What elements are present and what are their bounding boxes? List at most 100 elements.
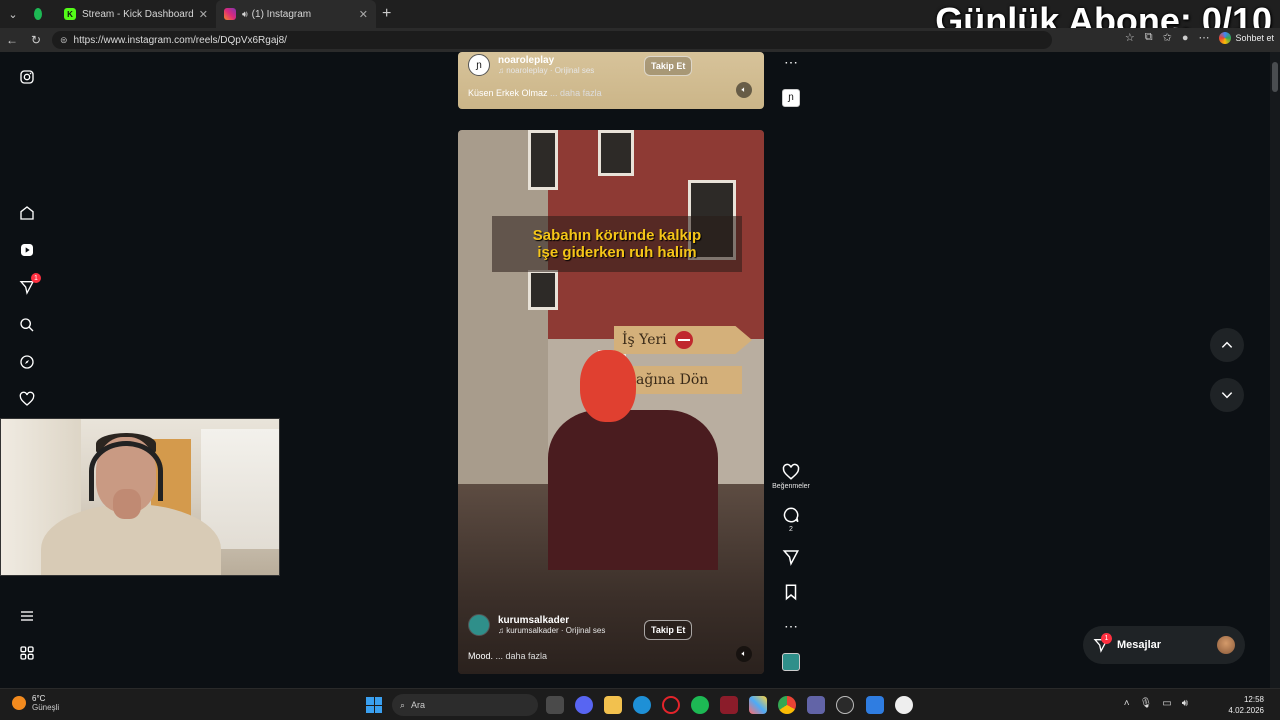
bookmark-icon (785, 584, 797, 601)
instagram-logo-icon[interactable] (12, 62, 42, 92)
more-icon[interactable]: ⋯ (1198, 31, 1209, 44)
page-scrollbar[interactable] (1270, 52, 1280, 688)
tab-list-button[interactable]: ⌄ (0, 0, 26, 28)
spotify-icon (34, 8, 42, 20)
volume-icon[interactable]: 🔊︎ (1182, 698, 1188, 709)
reel-description[interactable]: Mood. ... daha fazla (468, 651, 547, 661)
app-icon[interactable] (720, 696, 738, 714)
audio-thumbnail[interactable] (777, 653, 805, 671)
avatar[interactable] (468, 614, 490, 636)
share-button[interactable] (777, 548, 805, 566)
clock-time: 12:58 (1243, 695, 1264, 704)
audio-thumbnail[interactable]: ɲ (777, 89, 805, 107)
more-options-icon[interactable]: ⋯ (777, 618, 805, 635)
obs-icon[interactable] (836, 696, 854, 714)
speaker-icon[interactable]: 🔊︎ (242, 9, 248, 20)
follow-button[interactable]: Takip Et (644, 620, 693, 640)
url-text: https://www.instagram.com/reels/DQpVx6Rg… (73, 34, 287, 46)
close-tab-icon[interactable]: ✕ (199, 8, 208, 21)
home-icon[interactable] (12, 198, 42, 228)
messages-label: Mesajlar (1117, 639, 1162, 651)
favorites-icon[interactable]: ✩ (1163, 31, 1172, 44)
explore-icon[interactable] (12, 347, 42, 377)
heart-icon[interactable] (12, 384, 42, 414)
kick-icon: K (64, 8, 76, 20)
search-icon[interactable] (12, 310, 42, 340)
more-apps-icon[interactable] (12, 638, 42, 668)
chat-button-label: Sohbet et (1235, 32, 1274, 43)
caption-line: Sabahın köründe kalkıp (532, 227, 702, 244)
start-button[interactable] (366, 697, 382, 713)
chevron-up-icon[interactable]: ˄ (1124, 698, 1130, 709)
tab-instagram[interactable]: 🔊︎ (1) Instagram ✕ (216, 0, 376, 28)
discord-icon[interactable] (575, 696, 593, 714)
copilot-icon (1219, 31, 1232, 44)
webcam-feed (0, 418, 280, 576)
mute-icon[interactable]: 🔈︎ (736, 646, 752, 662)
person-in-video (538, 350, 718, 570)
star-icon[interactable]: ☆ (1125, 31, 1135, 44)
app-icon[interactable] (866, 696, 884, 714)
opera-icon[interactable] (662, 696, 680, 714)
notification-badge: 1 (31, 273, 41, 283)
new-tab-button[interactable]: + (376, 5, 391, 23)
comment-count: 2 (789, 526, 793, 533)
direct-messages-icon[interactable]: 1 (12, 272, 42, 302)
weather-temp: 6°C (32, 694, 46, 703)
next-reel-button[interactable] (1210, 378, 1244, 412)
app-icon[interactable] (895, 696, 913, 714)
display-icon[interactable]: ▭ (1162, 698, 1171, 709)
reel-description[interactable]: Küsen Erkek Olmaz ... daha fazla (468, 88, 602, 98)
heart-icon (782, 463, 800, 480)
reel-video-previous[interactable]: ɲ noaroleplay ♫ noaroleplay · Orijinal s… (458, 52, 764, 109)
reel-audio[interactable]: ♫ kurumsalkader · Orijinal ses (498, 626, 605, 635)
site-info-icon[interactable]: ⊜ (60, 35, 68, 46)
file-explorer-icon[interactable] (604, 696, 622, 714)
menu-icon[interactable] (12, 601, 42, 631)
close-tab-icon[interactable]: ✕ (359, 8, 368, 21)
reels-icon[interactable] (12, 235, 42, 265)
photos-icon[interactable] (749, 696, 767, 714)
follow-button[interactable]: Takip Et (644, 56, 693, 76)
windows-taskbar: 6°C Güneşli ⌕ Ara ˄ 🎙︎ ▭ 🔊︎ 12:58 4.02.2… (0, 688, 1280, 720)
address-bar[interactable]: ⊜ https://www.instagram.com/reels/DQpVx6… (52, 31, 1052, 49)
comment-button[interactable]: 2 (777, 506, 805, 533)
profile-icon[interactable]: ● (1182, 32, 1189, 44)
instagram-icon (224, 8, 236, 20)
like-label: Beğenmeler (772, 483, 810, 490)
reel-audio[interactable]: ♫ noaroleplay · Orijinal ses (498, 66, 594, 75)
edge-icon[interactable] (633, 696, 651, 714)
tab-kick[interactable]: K Stream - Kick Dashboard ✕ (56, 0, 216, 28)
messages-button[interactable]: 1 Mesajlar (1083, 626, 1245, 664)
video-caption-overlay: Sabahın köründe kalkıp işe giderken ruh … (492, 216, 742, 272)
avatar (1217, 636, 1235, 654)
previous-reel-button[interactable] (1210, 328, 1244, 362)
reload-icon[interactable]: ↻ (24, 33, 48, 47)
extensions-icon[interactable]: ⧉ (1145, 31, 1153, 44)
avatar[interactable]: ɲ (468, 54, 490, 76)
weather-widget[interactable]: 6°C Güneşli (12, 694, 59, 712)
no-entry-icon (674, 331, 693, 349)
reel-username[interactable]: kurumsalkader (498, 615, 605, 626)
comment-icon (783, 507, 799, 523)
back-icon[interactable]: ← (0, 33, 24, 47)
chevron-down-icon (1221, 392, 1233, 399)
reel-video-current[interactable]: Sabahın köründe kalkıp işe giderken ruh … (458, 130, 764, 674)
save-button[interactable] (777, 583, 805, 601)
scrollbar-thumb[interactable] (1272, 62, 1278, 92)
chevron-up-icon (1221, 341, 1233, 348)
reel-username[interactable]: noaroleplay (498, 55, 594, 66)
clock[interactable]: 12:58 4.02.2026 (1228, 694, 1264, 716)
teams-icon[interactable] (807, 696, 825, 714)
more-options-icon[interactable]: ⋯ (777, 54, 805, 71)
spotify-icon[interactable] (691, 696, 709, 714)
taskbar-search[interactable]: ⌕ Ara (392, 694, 538, 716)
microphone-icon[interactable]: 🎙︎ (1140, 698, 1153, 709)
task-view-icon[interactable] (546, 696, 564, 714)
like-button[interactable]: Beğenmeler (772, 463, 810, 490)
tab-spotify[interactable] (26, 0, 56, 28)
chat-button[interactable]: Sohbet et (1219, 31, 1274, 44)
search-icon: ⌕ (400, 699, 406, 710)
chrome-icon[interactable] (778, 696, 796, 714)
mute-icon[interactable]: 🔈︎ (736, 82, 752, 98)
